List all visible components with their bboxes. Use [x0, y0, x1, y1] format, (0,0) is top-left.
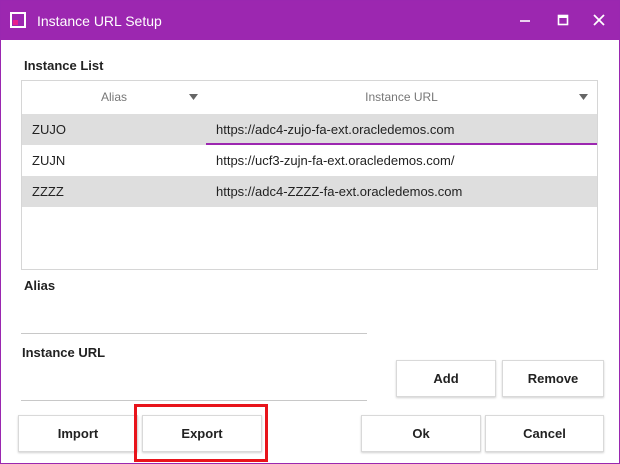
- window-title: Instance URL Setup: [37, 13, 162, 29]
- alias-field[interactable]: [21, 304, 370, 332]
- table-row[interactable]: ZUJO https://adc4-zujo-fa-ext.oracledemo…: [22, 114, 597, 145]
- chevron-down-icon[interactable]: [579, 94, 588, 101]
- title-bar[interactable]: Instance URL Setup: [1, 1, 619, 40]
- column-header-instance-url[interactable]: Instance URL: [206, 81, 597, 114]
- minimize-icon[interactable]: [514, 9, 536, 31]
- close-icon[interactable]: [588, 9, 610, 31]
- import-button[interactable]: Import: [18, 415, 138, 452]
- instance-url-label: Instance URL: [22, 345, 106, 360]
- instance-url-field-underline: [21, 400, 367, 401]
- maximize-icon[interactable]: [552, 9, 574, 31]
- ok-button[interactable]: Ok: [361, 415, 481, 452]
- cell-alias: ZZZZ: [32, 184, 64, 199]
- alias-field-underline: [21, 333, 367, 334]
- instance-url-field[interactable]: [21, 370, 370, 398]
- instance-list-label: Instance List: [24, 58, 104, 73]
- app-icon: [10, 12, 26, 28]
- column-header-url-label: Instance URL: [365, 90, 438, 104]
- table-row[interactable]: ZZZZ https://adc4-ZZZZ-fa-ext.oracledemo…: [22, 176, 597, 207]
- cell-url: https://adc4-ZZZZ-fa-ext.oracledemos.com: [216, 184, 463, 199]
- cell-alias: ZUJO: [32, 122, 66, 137]
- add-button[interactable]: Add: [396, 360, 496, 397]
- alias-label: Alias: [24, 278, 56, 293]
- remove-button[interactable]: Remove: [502, 360, 604, 397]
- table-header: Alias Instance URL: [22, 81, 597, 115]
- column-header-alias-label: Alias: [100, 90, 127, 104]
- cell-url: https://ucf3-zujn-fa-ext.oracledemos.com…: [216, 153, 455, 168]
- cancel-button[interactable]: Cancel: [485, 415, 604, 452]
- instance-url-setup-window: Instance URL Setup Instance List Alias I…: [0, 0, 620, 464]
- cell-alias: ZUJN: [32, 153, 66, 168]
- chevron-down-icon[interactable]: [189, 94, 198, 101]
- column-header-alias[interactable]: Alias: [22, 81, 206, 114]
- cell-url: https://adc4-zujo-fa-ext.oracledemos.com: [216, 122, 455, 137]
- export-highlight-frame: [134, 404, 268, 462]
- table-row[interactable]: ZUJN https://ucf3-zujn-fa-ext.oracledemo…: [22, 145, 597, 176]
- instance-table[interactable]: Alias Instance URL ZUJO https://adc4-zuj…: [21, 80, 598, 270]
